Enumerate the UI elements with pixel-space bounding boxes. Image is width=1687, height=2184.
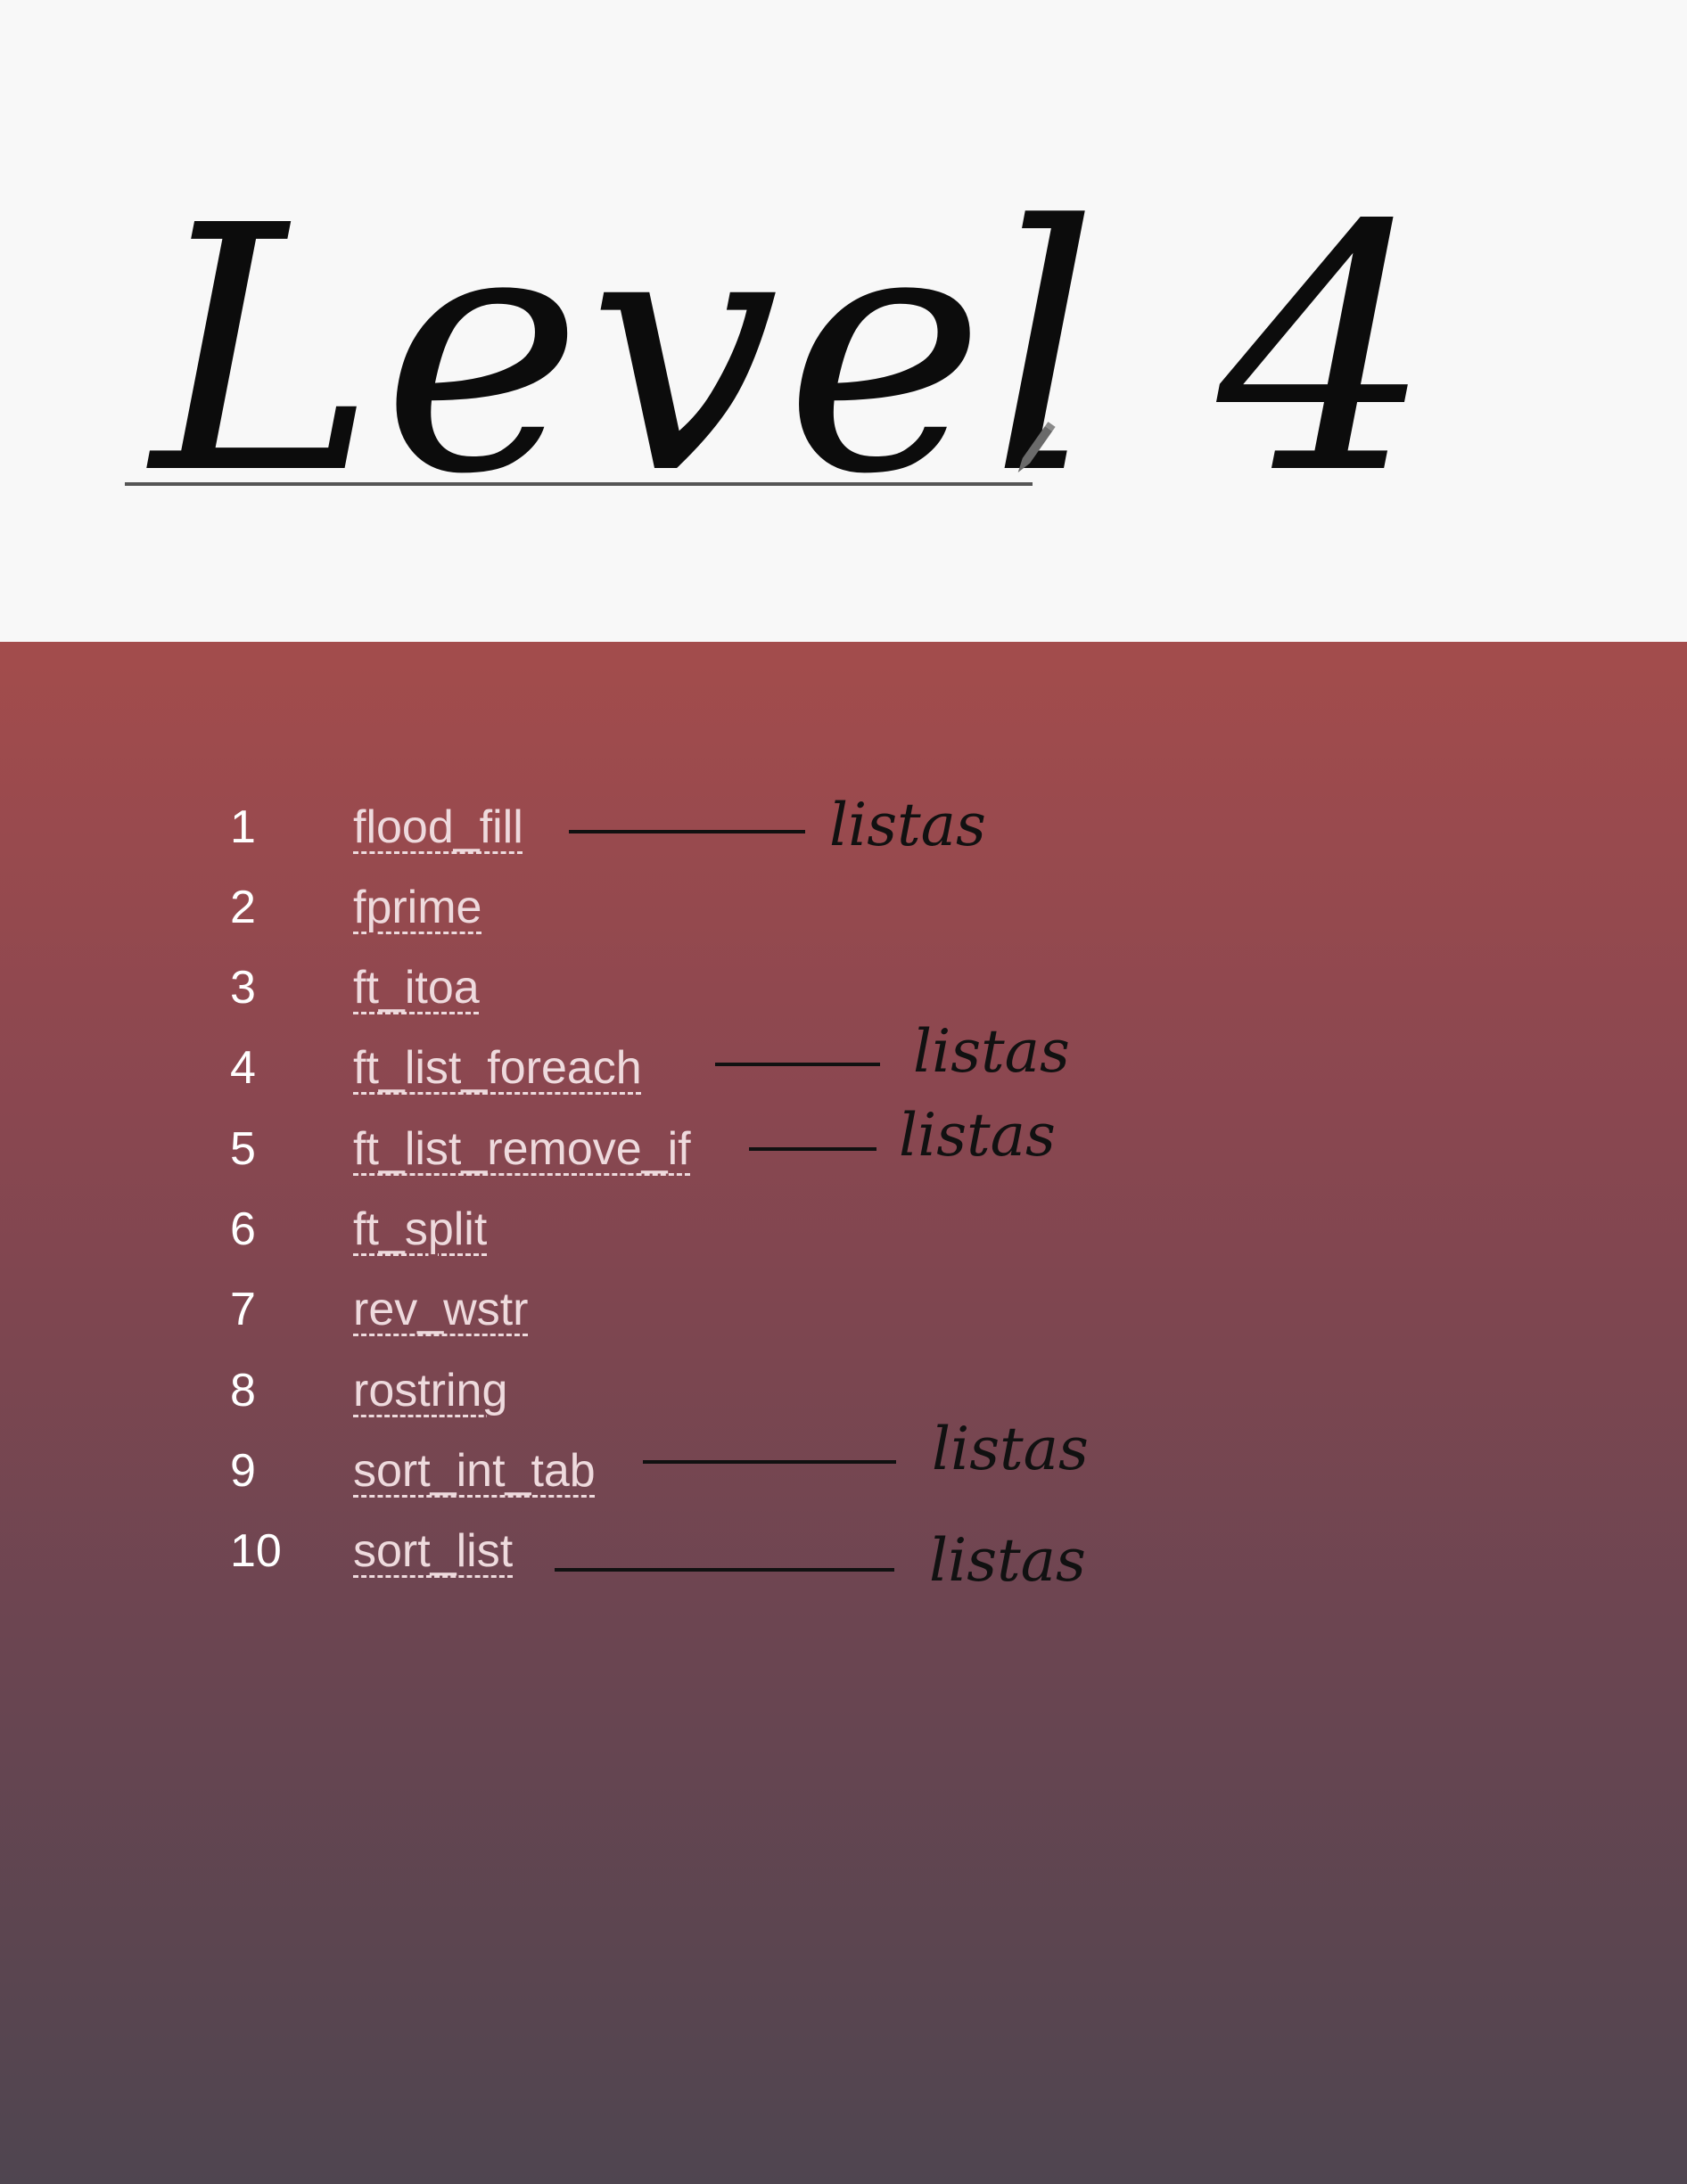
list-item: 10 sort_list — [0, 1520, 1687, 1582]
item-number: 5 — [230, 1123, 256, 1175]
exercise-link-ft-list-remove-if[interactable]: ft_list_remove_if — [353, 1118, 691, 1180]
list-item: 7 rev_wstr — [0, 1278, 1687, 1341]
item-number: 9 — [230, 1445, 256, 1497]
page-header: Level 4 — [0, 0, 1687, 642]
item-number: 3 — [230, 962, 256, 1014]
item-number: 7 — [230, 1284, 256, 1335]
exercise-panel: 1 flood_fill 2 fprime 3 ft_itoa 4 ft_lis… — [0, 642, 1687, 2184]
exercise-link-sort-list[interactable]: sort_list — [353, 1520, 513, 1582]
exercise-link-ft-split[interactable]: ft_split — [353, 1198, 487, 1260]
list-item: 3 ft_itoa — [0, 957, 1687, 1019]
list-item: 9 sort_int_tab — [0, 1440, 1687, 1502]
exercise-link-rev-wstr[interactable]: rev_wstr — [353, 1278, 528, 1341]
list-item: 4 ft_list_foreach — [0, 1037, 1687, 1099]
exercise-link-flood-fill[interactable]: flood_fill — [353, 796, 523, 858]
page-title: Level 4 — [146, 153, 1438, 548]
item-number: 1 — [230, 801, 256, 853]
notes-page: Level 4 1 flood_fill 2 fprime 3 ft_itoa … — [0, 0, 1687, 2184]
exercise-link-rostring[interactable]: rostring — [353, 1359, 507, 1422]
item-number: 10 — [230, 1525, 282, 1577]
list-item: 8 rostring — [0, 1359, 1687, 1422]
exercise-link-sort-int-tab[interactable]: sort_int_tab — [353, 1440, 596, 1502]
item-number: 6 — [230, 1203, 256, 1255]
list-item: 2 fprime — [0, 876, 1687, 939]
item-number: 8 — [230, 1365, 256, 1416]
exercise-link-ft-list-foreach[interactable]: ft_list_foreach — [353, 1037, 642, 1099]
list-item: 6 ft_split — [0, 1198, 1687, 1260]
exercise-link-fprime[interactable]: fprime — [353, 876, 481, 939]
list-item: 1 flood_fill — [0, 796, 1687, 858]
exercise-link-ft-itoa[interactable]: ft_itoa — [353, 957, 480, 1019]
list-item: 5 ft_list_remove_if — [0, 1118, 1687, 1180]
item-number: 4 — [230, 1042, 256, 1094]
title-handwriting: Level 4 — [125, 153, 1438, 548]
item-number: 2 — [230, 882, 256, 933]
